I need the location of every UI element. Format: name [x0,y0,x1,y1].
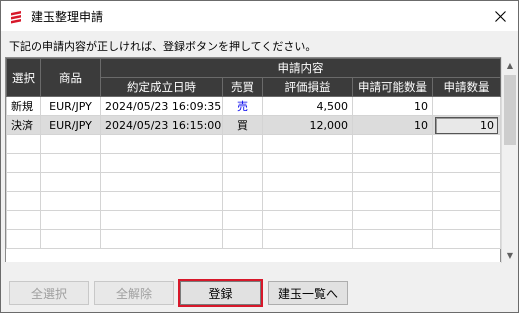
app-logo-icon [11,11,21,24]
instruction-text: 下記の申請内容が正しければ、登録ボタンを押してください。 [9,40,317,53]
col-group-header: 申請内容 [100,58,501,78]
empty-row [6,229,501,249]
cell-product: EUR/JPY [40,115,101,135]
button-bar: 全選択 全解除 登録 建玉一覧へ [1,281,518,307]
cell-pl: 12,000 [262,115,353,135]
cell-side: 買 [222,115,263,135]
cell-side: 売 [222,96,263,116]
scroll-thumb[interactable] [504,75,516,145]
cell-select: 決済 [6,115,41,135]
register-button[interactable]: 登録 [180,281,261,305]
cell-exec-time: 2024/05/23 16:09:35 [100,96,223,116]
empty-row [6,153,501,173]
close-icon [494,10,506,22]
cell-pl: 4,500 [262,96,353,116]
vertical-scrollbar[interactable]: ▲ ▼ [501,57,518,263]
empty-row [6,134,501,154]
empty-row [6,191,501,211]
close-button[interactable] [482,1,518,31]
col-header-side: 売買 [222,77,263,97]
cell-qty[interactable]: 10 [432,115,501,135]
table-row[interactable]: 決済 EUR/JPY 2024/05/23 16:15:00 買 12,000 … [6,115,501,135]
cell-select: 新規 [6,96,41,116]
col-header-exec-time: 約定成立日時 [100,77,223,97]
cell-product: EUR/JPY [40,96,101,116]
qty-input[interactable]: 10 [435,116,498,134]
application-grid: 選択 商品 申請内容 約定成立日時 売買 評価損益 申請可能数量 申請数量 新規… [5,57,501,263]
dialog-window: 建玉整理申請 下記の申請内容が正しければ、登録ボタンを押してください。 選択 商… [0,0,519,313]
title-bar: 建玉整理申請 [1,1,518,31]
empty-row [6,210,501,230]
col-header-select: 選択 [6,58,41,97]
col-header-product: 商品 [40,58,101,97]
cell-available: 10 [352,115,433,135]
cell-qty[interactable] [432,96,501,116]
position-list-button[interactable]: 建玉一覧へ [268,281,348,305]
col-header-pl: 評価損益 [262,77,353,97]
empty-row [6,172,501,192]
deselect-all-button[interactable]: 全解除 [94,281,174,305]
col-header-qty: 申請数量 [432,77,501,97]
cell-available: 10 [352,96,433,116]
select-all-button[interactable]: 全選択 [9,281,89,305]
scroll-up-icon[interactable]: ▲ [502,57,518,73]
horizontal-scrollbar[interactable] [5,262,501,270]
window-title: 建玉整理申請 [31,10,104,24]
scroll-down-icon[interactable]: ▼ [502,247,518,263]
table-row[interactable]: 新規 EUR/JPY 2024/05/23 16:09:35 売 4,500 1… [6,96,501,116]
col-header-available: 申請可能数量 [352,77,433,97]
cell-exec-time: 2024/05/23 16:15:00 [100,115,223,135]
